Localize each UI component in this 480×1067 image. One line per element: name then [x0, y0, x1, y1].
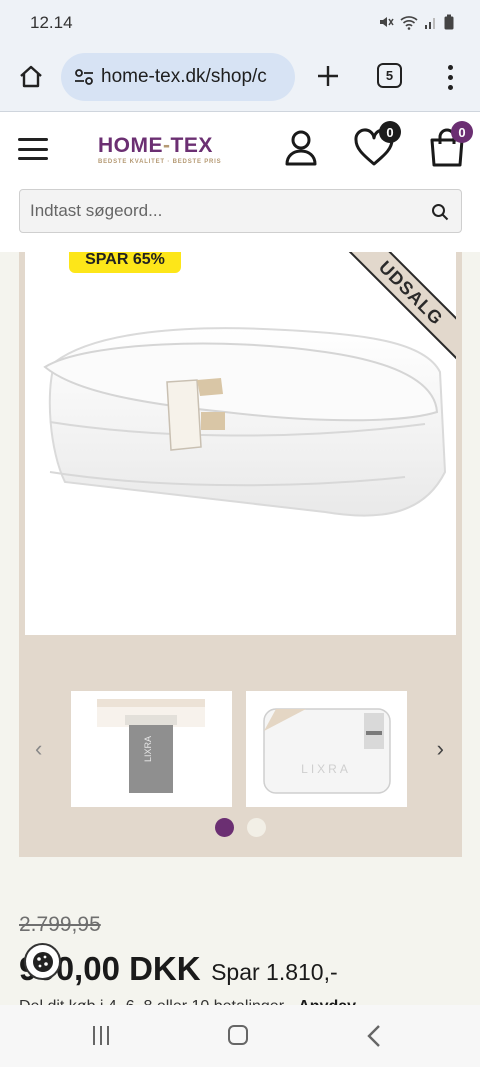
thumbnail-2[interactable]: LIXRA — [246, 691, 407, 807]
site-logo[interactable]: HOME-TEX BEDSTE KVALITET · BEDSTE PRIS — [98, 134, 223, 165]
cookie-settings-button[interactable] — [24, 943, 61, 980]
product-gallery: SPAR 65% UDSALG ‹ LIXRA LIXRA › — [19, 252, 462, 857]
home-button[interactable] — [14, 60, 48, 94]
address-bar[interactable]: home-tex.dk/shop/c — [61, 53, 295, 101]
logo-text-tex: TEX — [170, 134, 213, 157]
search-icon[interactable] — [431, 203, 449, 221]
site-settings-icon[interactable] — [73, 66, 95, 88]
original-price: 2.799,95 — [19, 913, 101, 936]
search-input[interactable] — [30, 190, 410, 232]
browser-toolbar: home-tex.dk/shop/c 5 — [0, 46, 480, 112]
back-icon[interactable] — [364, 1023, 384, 1049]
tab-count: 5 — [385, 68, 394, 83]
thumbnail-prev-arrow[interactable]: ‹ — [35, 736, 42, 762]
thumbnail-label-image: LIXRA — [97, 699, 205, 793]
logo-dash: - — [163, 134, 171, 157]
thumbnail-brand-text: LIXRA — [143, 736, 153, 762]
pagination-dot-1[interactable] — [215, 818, 234, 837]
thumbnail-1[interactable]: LIXRA — [71, 691, 232, 807]
url-text: home-tex.dk/shop/c — [101, 66, 267, 87]
logo-tagline: BEDSTE KVALITET · BEDSTE PRIS — [98, 159, 222, 165]
browser-menu-button[interactable] — [440, 60, 460, 94]
hamburger-menu-icon[interactable] — [18, 138, 48, 160]
battery-icon — [444, 14, 454, 30]
thumbnail-package-image: LIXRA — [263, 708, 391, 794]
new-tab-button[interactable] — [312, 60, 344, 92]
cart-count-badge: 0 — [451, 121, 473, 143]
tabs-button[interactable]: 5 — [377, 63, 402, 88]
pagination-dot-2[interactable] — [247, 818, 266, 837]
cookie-icon — [32, 951, 53, 972]
home-nav-icon[interactable] — [228, 1025, 248, 1045]
more-icon — [447, 64, 453, 70]
user-icon — [285, 130, 317, 166]
search-box — [19, 189, 462, 233]
product-main-image[interactable]: SPAR 65% UDSALG — [25, 252, 456, 635]
wishlist-count-badge: 0 — [379, 121, 401, 143]
signal-icon — [425, 18, 435, 29]
mute-icon — [380, 17, 394, 27]
duvet-image — [43, 327, 447, 517]
status-bar: 12.14 — [0, 0, 480, 46]
home-icon — [20, 65, 42, 88]
savings-text: Spar 1.810,- — [211, 959, 338, 985]
thumbnail-package-brand-text: LIXRA — [301, 762, 351, 776]
site-header: HOME-TEX BEDSTE KVALITET · BEDSTE PRIS 0… — [0, 112, 480, 252]
wifi-icon — [400, 16, 418, 30]
plus-icon — [318, 66, 338, 86]
thumbnail-strip: ‹ LIXRA LIXRA › — [19, 691, 462, 807]
sale-badge: SPAR 65% — [69, 252, 181, 273]
recent-apps-icon[interactable] — [93, 1026, 113, 1046]
logo-text-home: HOME — [98, 134, 163, 157]
status-time: 12.14 — [30, 13, 73, 32]
system-navigation-bar — [0, 1005, 480, 1067]
gallery-pagination — [215, 818, 266, 837]
status-icons — [378, 14, 454, 30]
thumbnail-next-arrow[interactable]: › — [437, 736, 444, 762]
price-line: 990,00 DKK Spar 1.810,- — [19, 950, 338, 988]
account-button[interactable] — [284, 130, 318, 166]
